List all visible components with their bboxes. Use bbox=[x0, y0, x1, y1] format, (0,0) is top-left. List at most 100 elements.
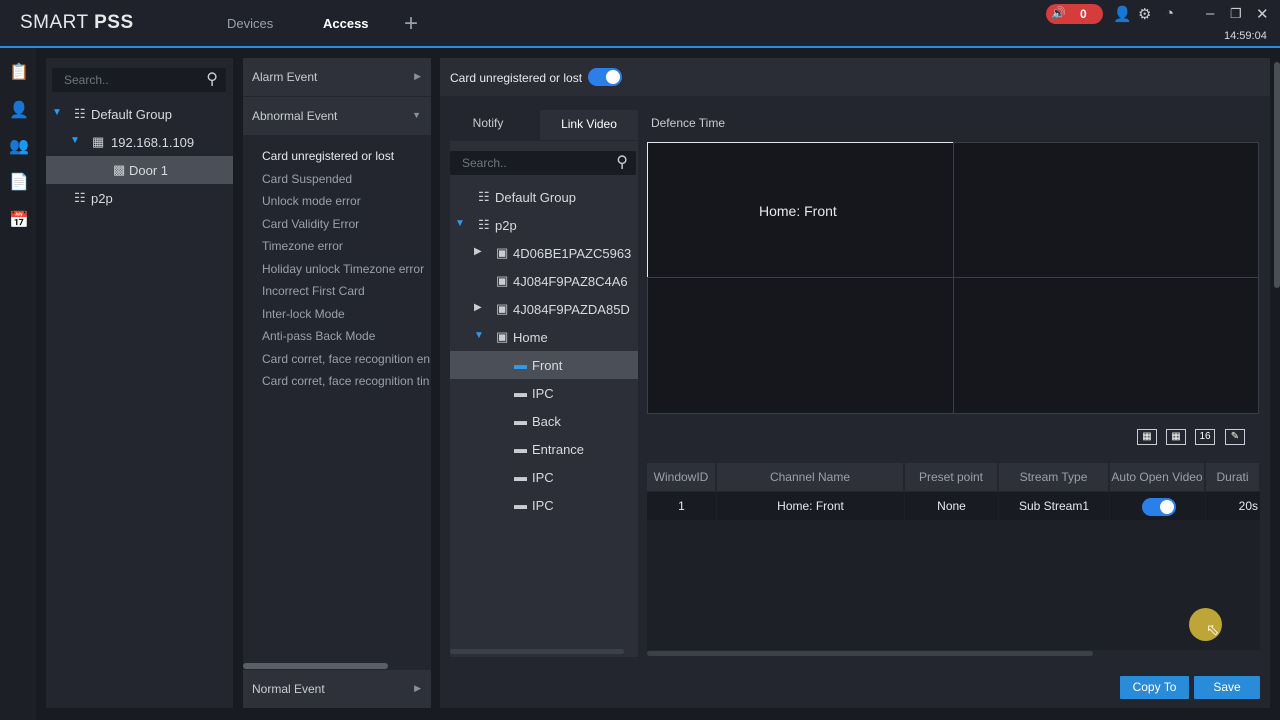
event-item[interactable]: Card unregistered or lost bbox=[262, 149, 431, 163]
tree-item-channel[interactable]: ▬ Entrance bbox=[450, 435, 638, 463]
event-item[interactable]: Card corret, face recognition tin bbox=[262, 374, 431, 388]
layout-9-icon[interactable]: ▦ bbox=[1166, 429, 1186, 445]
expand-arrow-icon[interactable]: ▼ bbox=[70, 135, 80, 146]
tab-access[interactable]: Access bbox=[323, 16, 369, 31]
device-search-input[interactable]: Search.. ⚲ bbox=[52, 68, 226, 92]
event-item[interactable]: Card Suspended bbox=[262, 172, 431, 186]
column-header-duration[interactable]: Durati bbox=[1206, 463, 1260, 491]
config-header: Card unregistered or lost bbox=[440, 58, 1270, 96]
tree-item-channel[interactable]: ▬ Back bbox=[450, 407, 638, 435]
tab-devices[interactable]: Devices bbox=[227, 16, 273, 31]
caret-down-icon: ▼ bbox=[412, 110, 421, 120]
search-icon[interactable]: ⚲ bbox=[206, 69, 218, 89]
user-icon[interactable]: 👤 bbox=[1113, 5, 1132, 23]
tree-item-p2p[interactable]: ☷ p2p bbox=[46, 184, 233, 212]
vertical-scrollbar[interactable] bbox=[1274, 62, 1280, 288]
event-item[interactable]: Timezone error bbox=[262, 239, 431, 253]
tab-link-video[interactable]: Link Video bbox=[540, 110, 638, 140]
search-icon[interactable]: ⚲ bbox=[616, 152, 628, 172]
performance-icon[interactable]: ◔ bbox=[1165, 5, 1174, 22]
tree-item-device[interactable]: ▶ ▣ 4J084F9PAZDA85D bbox=[450, 295, 638, 323]
category-label: Normal Event bbox=[252, 682, 325, 696]
event-item[interactable]: Card Validity Error bbox=[262, 217, 431, 231]
column-header-auto-open[interactable]: Auto Open Video bbox=[1110, 463, 1205, 491]
tab-notify[interactable]: Notify bbox=[440, 110, 536, 136]
tab-defence-time[interactable]: Defence Time bbox=[640, 110, 736, 136]
nvr-icon: ▣ bbox=[496, 301, 509, 316]
add-tab-icon[interactable]: + bbox=[404, 10, 418, 38]
search-placeholder: Search.. bbox=[462, 156, 507, 170]
tree-item-device[interactable]: ▣ 4J084F9PAZ8C4A6 bbox=[450, 267, 638, 295]
expand-arrow-icon[interactable]: ▼ bbox=[52, 107, 62, 118]
door-icon: ▩ bbox=[113, 162, 126, 177]
cell-preset[interactable]: None bbox=[905, 492, 998, 520]
tree-label: Back bbox=[532, 414, 561, 429]
abnormal-event-category[interactable]: Abnormal Event ▼ bbox=[243, 97, 431, 135]
tree-label: Default Group bbox=[495, 190, 576, 205]
close-icon[interactable]: ✕ bbox=[1256, 5, 1269, 23]
layout-4-icon[interactable]: ▦ bbox=[1137, 429, 1157, 445]
layout-16-icon[interactable]: 16 bbox=[1195, 429, 1215, 445]
gear-icon[interactable]: ⚙ bbox=[1138, 5, 1151, 23]
event-item[interactable]: Inter-lock Mode bbox=[262, 307, 431, 321]
tree-item-device[interactable]: ▼ ▦ 192.168.1.109 bbox=[46, 128, 233, 156]
normal-event-category[interactable]: Normal Event ▶ bbox=[243, 670, 431, 708]
expand-arrow-icon[interactable]: ▼ bbox=[455, 218, 465, 229]
cell-stream-type[interactable]: Sub Stream1 bbox=[999, 492, 1109, 520]
collapsed-arrow-icon[interactable]: ▶ bbox=[474, 246, 482, 257]
column-header-stream-type[interactable]: Stream Type bbox=[999, 463, 1109, 491]
tree-label: IPC bbox=[532, 386, 554, 401]
event-item[interactable]: Unlock mode error bbox=[262, 194, 431, 208]
video-window-2[interactable] bbox=[953, 142, 1259, 278]
collapsed-arrow-icon[interactable]: ▶ bbox=[474, 302, 482, 313]
video-window-label: Home: Front bbox=[759, 203, 837, 219]
tree-item-door[interactable]: ▩ Door 1 bbox=[46, 156, 233, 184]
cell-duration[interactable]: 20s bbox=[1206, 492, 1260, 520]
column-header-channel-name[interactable]: Channel Name bbox=[717, 463, 904, 491]
event-item[interactable]: Incorrect First Card bbox=[262, 284, 431, 298]
search-placeholder: Search.. bbox=[64, 73, 109, 87]
tree-item-channel[interactable]: ▬ Front bbox=[450, 351, 638, 379]
tree-item-channel[interactable]: ▬ IPC bbox=[450, 379, 638, 407]
user-config-icon[interactable]: 👥 bbox=[8, 136, 30, 158]
personnel-icon[interactable]: 👤 bbox=[8, 100, 30, 122]
expand-arrow-icon[interactable]: ▼ bbox=[474, 330, 484, 341]
video-window-4[interactable] bbox=[953, 277, 1259, 414]
event-item[interactable]: Card corret, face recognition en bbox=[262, 352, 431, 366]
tree-item-channel[interactable]: ▬ IPC bbox=[450, 491, 638, 519]
event-item[interactable]: Holiday unlock Timezone error bbox=[262, 262, 431, 276]
tree-label: Door 1 bbox=[129, 163, 169, 178]
calendar-icon[interactable]: 📅 bbox=[8, 210, 30, 232]
horizontal-scrollbar[interactable] bbox=[450, 649, 624, 654]
video-window-3[interactable] bbox=[647, 277, 954, 414]
horizontal-scrollbar[interactable] bbox=[243, 663, 388, 669]
tree-item-channel[interactable]: ▬ IPC bbox=[450, 463, 638, 491]
event-item[interactable]: Anti-pass Back Mode bbox=[262, 329, 431, 343]
tree-item-default-group[interactable]: ☷ Default Group bbox=[450, 183, 638, 211]
tree-label: Home bbox=[513, 330, 548, 345]
title-bar: SMART PSS Devices Access + 🔊 0 👤 ⚙ ◔ – ❐… bbox=[0, 0, 1280, 48]
tree-item-default-group[interactable]: ▼ ☷ Default Group bbox=[46, 100, 233, 128]
tree-label: p2p bbox=[91, 191, 113, 206]
copy-to-button[interactable]: Copy To bbox=[1120, 676, 1189, 699]
tree-item-p2p[interactable]: ▼ ☷ p2p bbox=[450, 211, 638, 239]
save-button[interactable]: Save bbox=[1194, 676, 1260, 699]
alarm-event-category[interactable]: Alarm Event ▶ bbox=[243, 58, 431, 96]
auto-open-toggle[interactable] bbox=[1142, 498, 1176, 516]
access-config-icon[interactable]: 📄 bbox=[8, 172, 30, 194]
tree-item-home[interactable]: ▼ ▣ Home bbox=[450, 323, 638, 351]
tree-item-device[interactable]: ▶ ▣ 4D06BE1PAZC5963 bbox=[450, 239, 638, 267]
channel-search-input[interactable]: Search.. ⚲ bbox=[450, 151, 636, 175]
restore-icon[interactable]: ❐ bbox=[1230, 6, 1242, 22]
tree-label: Default Group bbox=[91, 107, 172, 122]
table-scrollbar[interactable] bbox=[647, 651, 1093, 656]
column-header-window-id[interactable]: WindowID bbox=[647, 463, 716, 491]
video-window-1[interactable]: Home: Front bbox=[647, 142, 954, 278]
log-icon[interactable]: 📋 bbox=[8, 62, 30, 84]
cell-auto-open bbox=[1110, 492, 1205, 520]
alarm-badge[interactable]: 🔊 0 bbox=[1046, 4, 1103, 24]
enable-toggle[interactable] bbox=[588, 68, 622, 86]
edit-layout-icon[interactable]: ✎ bbox=[1225, 429, 1245, 445]
column-header-preset[interactable]: Preset point bbox=[905, 463, 998, 491]
minimize-icon[interactable]: – bbox=[1206, 5, 1214, 22]
